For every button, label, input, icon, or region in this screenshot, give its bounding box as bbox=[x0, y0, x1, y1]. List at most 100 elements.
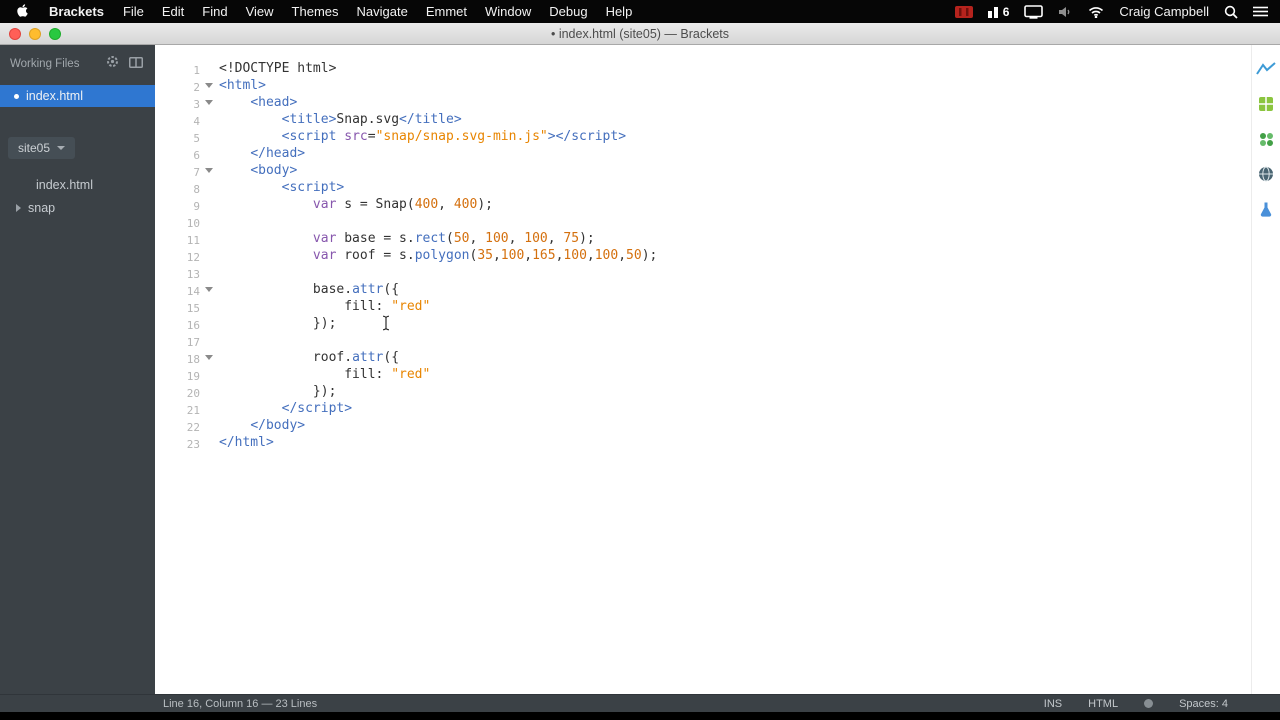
menu-themes[interactable]: Themes bbox=[283, 4, 348, 19]
menu-debug[interactable]: Debug bbox=[540, 4, 596, 19]
fold-toggle-icon[interactable] bbox=[205, 287, 213, 292]
line-chart-icon[interactable] bbox=[1256, 61, 1276, 82]
code-token: "red" bbox=[391, 299, 431, 314]
code-token: </head> bbox=[250, 146, 306, 161]
folder-disclosure-icon[interactable] bbox=[16, 203, 21, 212]
split-view-icon[interactable] bbox=[129, 55, 143, 73]
globe-icon[interactable] bbox=[1258, 166, 1274, 187]
code-token: ); bbox=[477, 197, 493, 212]
code-line[interactable]: var roof = s.polygon(35,100,165,100,100,… bbox=[219, 247, 1251, 264]
working-file-index-html[interactable]: index.html bbox=[0, 85, 155, 107]
fold-toggle-icon[interactable] bbox=[205, 355, 213, 360]
code-line[interactable]: </body> bbox=[219, 417, 1251, 434]
menu-edit[interactable]: Edit bbox=[153, 4, 193, 19]
code-line[interactable]: <title>Snap.svg</title> bbox=[219, 111, 1251, 128]
code-line[interactable]: </script> bbox=[219, 400, 1251, 417]
code-token: , bbox=[438, 197, 454, 212]
code-area[interactable]: <!DOCTYPE html> <html> <head> <title>Snap… bbox=[219, 60, 1251, 694]
fold-toggle-icon[interactable] bbox=[205, 83, 213, 88]
code-line[interactable]: var s = Snap(400, 400); bbox=[219, 196, 1251, 213]
film-strip-icon[interactable] bbox=[954, 5, 973, 18]
apple-menu[interactable] bbox=[0, 3, 39, 21]
code-token: ({ bbox=[383, 350, 400, 365]
code-line[interactable]: <body> bbox=[219, 162, 1251, 179]
menu-file[interactable]: File bbox=[114, 4, 153, 19]
code-line[interactable]: var base = s.rect(50, 100, 100, 75); bbox=[219, 230, 1251, 247]
gutter-row: 2 bbox=[155, 77, 219, 94]
window-title-bar[interactable]: • index.html (site05) — Brackets bbox=[0, 23, 1280, 45]
extensions-grid-icon[interactable] bbox=[1258, 96, 1274, 117]
project-name: site05 bbox=[18, 141, 51, 155]
code-line[interactable]: <!DOCTYPE html> bbox=[219, 60, 1251, 77]
dots-icon[interactable] bbox=[1258, 131, 1274, 152]
project-dropdown[interactable]: site05 bbox=[8, 137, 76, 159]
menu-help[interactable]: Help bbox=[597, 4, 642, 19]
zoom-button[interactable] bbox=[49, 28, 61, 40]
code-editor[interactable]: 1 2 3 4 5 6 7 8 9 10 11 12 13 14 15 16 17 18 19 20 21 22 23 <!… bbox=[155, 45, 1251, 694]
unsaved-changes-dot bbox=[14, 93, 19, 99]
code-line[interactable]: base.attr({ bbox=[219, 281, 1251, 298]
tree-item-index-html[interactable]: index.html bbox=[0, 173, 155, 196]
gutter-row: 6 bbox=[155, 145, 219, 162]
code-token: fill: bbox=[219, 367, 392, 382]
fold-toggle-icon[interactable] bbox=[205, 100, 213, 105]
code-token: }); bbox=[219, 316, 337, 331]
fold-toggle-icon[interactable] bbox=[205, 168, 213, 173]
code-token: attr bbox=[352, 282, 384, 297]
gear-icon[interactable] bbox=[106, 55, 119, 73]
status-indicator-dot[interactable] bbox=[1144, 699, 1154, 708]
wifi-icon[interactable] bbox=[1088, 6, 1104, 18]
code-line[interactable]: <html> bbox=[219, 77, 1251, 94]
minimize-button[interactable] bbox=[29, 28, 41, 40]
code-token: <body> bbox=[250, 163, 298, 178]
code-token: roof = s. bbox=[336, 248, 415, 263]
insert-mode-toggle[interactable]: INS bbox=[1044, 698, 1062, 710]
gutter-row: 23 bbox=[155, 434, 219, 451]
gutter-row: 4 bbox=[155, 111, 219, 128]
editor-gutter: 1 2 3 4 5 6 7 8 9 10 11 12 13 14 15 16 17 18 19 20 21 22 23 bbox=[155, 60, 219, 694]
code-line[interactable] bbox=[219, 264, 1251, 281]
code-line[interactable]: fill: "red" bbox=[219, 366, 1251, 383]
code-line[interactable]: <script src="snap/snap.svg-min.js"></scr… bbox=[219, 128, 1251, 145]
notification-center-icon[interactable] bbox=[1253, 6, 1268, 17]
code-line[interactable]: </html> bbox=[219, 434, 1251, 451]
beaker-icon[interactable] bbox=[1258, 201, 1274, 223]
menu-navigate[interactable]: Navigate bbox=[348, 4, 417, 19]
display-mirroring-icon[interactable] bbox=[1024, 4, 1044, 19]
volume-icon[interactable] bbox=[1058, 6, 1073, 18]
code-line[interactable] bbox=[219, 332, 1251, 349]
screen: Brackets File Edit Find View Themes Navi… bbox=[0, 0, 1280, 720]
code-token: , bbox=[618, 248, 627, 263]
code-line[interactable]: <script> bbox=[219, 179, 1251, 196]
menu-window[interactable]: Window bbox=[476, 4, 540, 19]
spotlight-search-icon[interactable] bbox=[1224, 5, 1238, 19]
code-line[interactable]: </head> bbox=[219, 145, 1251, 162]
desktop-strip bbox=[0, 712, 1280, 720]
line-number: 23 bbox=[186, 438, 200, 451]
language-mode[interactable]: HTML bbox=[1088, 698, 1118, 710]
menu-view[interactable]: View bbox=[237, 4, 283, 19]
code-line[interactable]: fill: "red" bbox=[219, 298, 1251, 315]
gutter-row: 11 bbox=[155, 230, 219, 247]
code-line[interactable]: }); bbox=[219, 383, 1251, 400]
indent-setting[interactable]: Spaces: 4 bbox=[1179, 698, 1228, 710]
close-button[interactable] bbox=[9, 28, 21, 40]
signal-bars-icon[interactable]: 6 bbox=[987, 5, 1009, 19]
code-line[interactable] bbox=[219, 213, 1251, 230]
menu-emmet[interactable]: Emmet bbox=[417, 4, 476, 19]
code-line[interactable]: <head> bbox=[219, 94, 1251, 111]
tree-item-snap-folder[interactable]: snap bbox=[0, 196, 155, 219]
status-bar: Line 16, Column 16 — 23 Lines INS HTML S… bbox=[0, 694, 1280, 712]
gutter-row: 21 bbox=[155, 400, 219, 417]
menu-find[interactable]: Find bbox=[193, 4, 236, 19]
code-token: "snap/snap.svg-min.js" bbox=[375, 129, 548, 144]
code-line[interactable]: }); bbox=[219, 315, 1251, 332]
menu-bar-username[interactable]: Craig Campbell bbox=[1119, 4, 1209, 19]
app-menu-title[interactable]: Brackets bbox=[39, 4, 114, 19]
gutter-row: 20 bbox=[155, 383, 219, 400]
code-line[interactable]: roof.attr({ bbox=[219, 349, 1251, 366]
